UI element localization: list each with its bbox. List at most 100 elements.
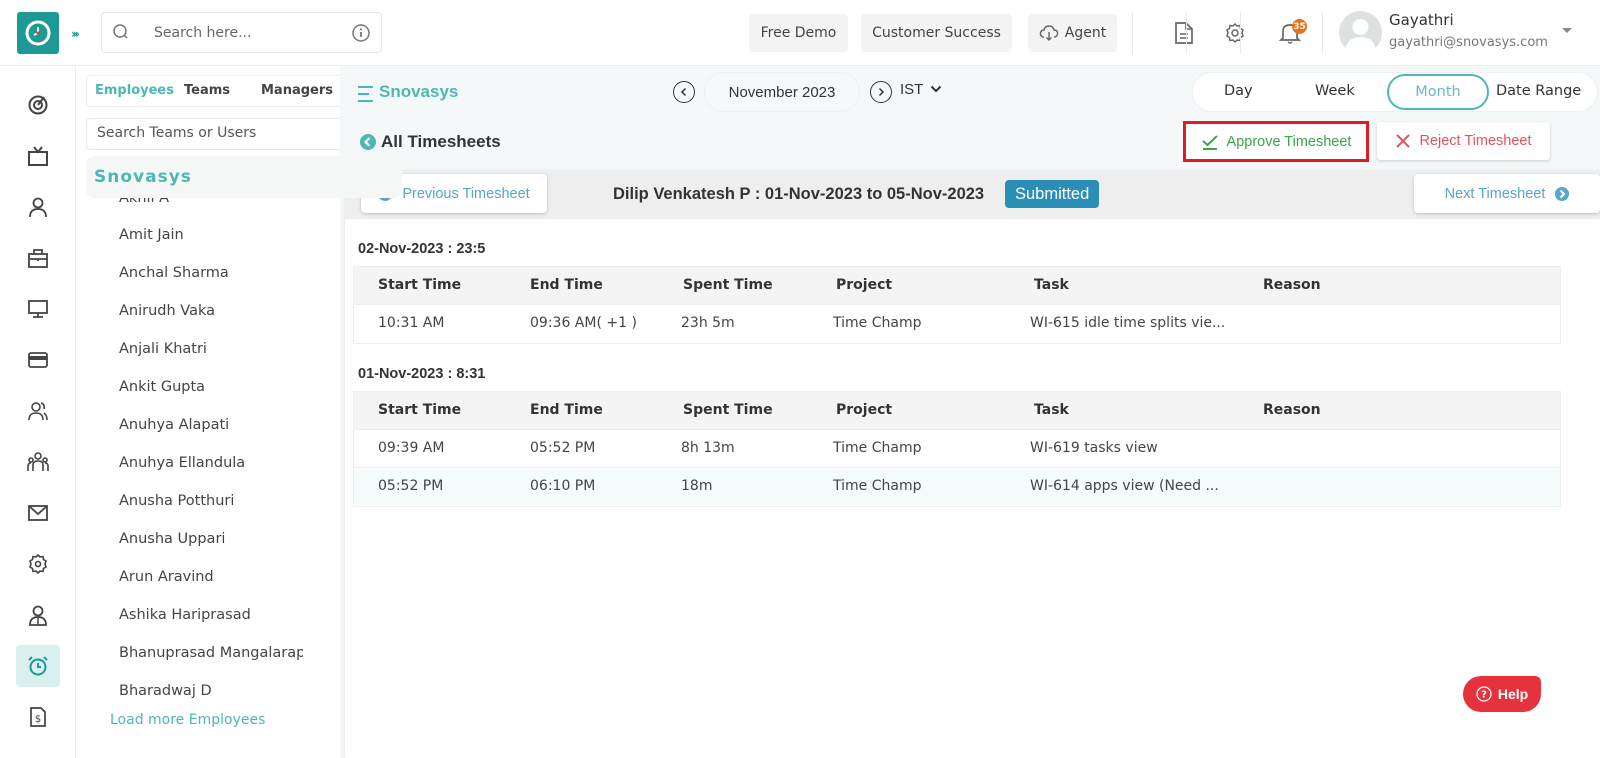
project: Time Champ — [833, 478, 922, 494]
employee-icon — [29, 605, 47, 626]
nav-user[interactable] — [16, 186, 60, 228]
back-circle-icon — [360, 134, 376, 150]
search-icon — [113, 24, 128, 39]
user-name[interactable]: Gayathri — [1389, 11, 1454, 29]
approve-timesheet-button[interactable]: Approve Timesheet — [1183, 121, 1369, 162]
table-row[interactable]: 09:39 AM 05:52 PM 8h 13m Time Champ WI-6… — [354, 430, 1560, 468]
table-header-row: Start Time End Time Spent Time Project T… — [354, 267, 1560, 305]
column-header: End Time — [530, 277, 603, 293]
end-time: 05:52 PM — [530, 440, 596, 456]
chevron-right-icon — [878, 87, 885, 97]
help-button[interactable]: ? Help — [1463, 676, 1541, 712]
app-logo[interactable] — [17, 12, 59, 54]
table-header-row: Start Time End Time Spent Time Project T… — [354, 392, 1560, 430]
day-table: Start Time End Time Spent Time Project T… — [353, 266, 1561, 344]
employee-panel: Employees Teams Managers Snovasys Akhil … — [76, 66, 404, 758]
nav-mail[interactable] — [16, 492, 60, 534]
nav-live[interactable] — [16, 135, 60, 177]
spent-time: 18m — [681, 478, 713, 494]
menu-icon[interactable] — [357, 84, 377, 104]
nav-projects[interactable] — [16, 237, 60, 279]
employee-item[interactable]: Bharadwaj D — [119, 683, 303, 699]
notifications-button[interactable]: 35 — [1268, 14, 1312, 52]
nav-settings[interactable] — [16, 543, 60, 585]
nav-timesheet[interactable] — [16, 645, 60, 687]
nav-users[interactable] — [16, 390, 60, 432]
timezone-select[interactable]: IST — [900, 81, 942, 98]
settings-button[interactable] — [1213, 14, 1257, 52]
free-demo-button[interactable]: Free Demo — [749, 14, 848, 52]
gear-icon — [1226, 22, 1244, 44]
spent-time: 23h 5m — [681, 315, 735, 331]
help-label: Help — [1497, 686, 1529, 702]
back-to-all-timesheets[interactable]: All Timesheets — [360, 132, 501, 152]
reject-timesheet-button[interactable]: Reject Timesheet — [1377, 122, 1550, 160]
nav-employee[interactable] — [16, 594, 60, 636]
day-heading: 02-Nov-2023 : 23:5 — [358, 241, 486, 257]
column-header: Reason — [1263, 277, 1321, 293]
user-avatar[interactable] — [1339, 11, 1382, 54]
info-icon[interactable] — [351, 23, 371, 43]
card-icon — [28, 352, 48, 368]
tab-teams[interactable]: Teams — [184, 83, 230, 98]
previous-timesheet-label: Previous Timesheet — [402, 185, 530, 202]
tab-employees[interactable]: Employees — [95, 83, 174, 98]
nav-teams[interactable] — [16, 441, 60, 483]
main-content: Snovasys November 2023 IST Day Week Mont… — [340, 66, 1600, 758]
employee-item[interactable]: Anuhya Ellandula — [119, 455, 303, 471]
nav-billing[interactable] — [16, 339, 60, 381]
notification-badge: 35 — [1292, 19, 1307, 34]
range-tab-month[interactable]: Month — [1387, 74, 1489, 110]
task: WI-619 tasks view — [1030, 440, 1158, 456]
employee-item[interactable]: Anirudh Vaka — [119, 303, 303, 319]
employee-item[interactable]: Anchal Sharma — [119, 265, 303, 281]
prev-month-button[interactable] — [673, 81, 695, 103]
org-group[interactable]: Snovasys — [86, 156, 402, 198]
employee-list: Akhil A Amit Jain Anchal Sharma Anirudh … — [76, 176, 339, 716]
customer-success-button[interactable]: Customer Success — [861, 14, 1012, 52]
expand-sidebar-icon[interactable]: ››› — [63, 22, 85, 46]
range-tab-week[interactable]: Week — [1315, 83, 1355, 99]
month-display[interactable]: November 2023 — [704, 72, 860, 112]
load-more-employees-link[interactable]: Load more Employees — [110, 712, 265, 728]
column-header: Start Time — [378, 277, 462, 293]
column-header: Project — [836, 277, 893, 293]
invoice-icon: $ — [30, 707, 46, 727]
range-tab-day[interactable]: Day — [1224, 83, 1253, 99]
agent-button[interactable]: Agent — [1028, 14, 1117, 52]
employee-item[interactable]: Anuhya Alapati — [119, 417, 303, 433]
close-icon — [1396, 134, 1411, 148]
employee-item[interactable]: Anusha Uppari — [119, 531, 303, 547]
spent-time: 8h 13m — [681, 440, 735, 456]
nav-dashboard[interactable] — [16, 84, 60, 126]
user-menu-caret-icon[interactable] — [1562, 28, 1572, 33]
next-month-button[interactable] — [870, 81, 892, 103]
employee-item[interactable]: Arun Aravind — [119, 569, 303, 585]
svg-text:$: $ — [35, 714, 41, 725]
column-header: Task — [1034, 402, 1069, 418]
end-time: 06:10 PM — [530, 478, 596, 494]
org-name: Snovasys — [94, 167, 192, 187]
table-row[interactable]: 10:31 AM 09:36 AM( +1 ) 23h 5m Time Cham… — [354, 305, 1560, 343]
employee-item[interactable]: Ankit Gupta — [119, 379, 303, 395]
start-time: 09:39 AM — [378, 440, 445, 456]
team-user-search-input[interactable] — [97, 125, 357, 141]
chevron-down-icon — [931, 85, 942, 93]
start-time: 05:52 PM — [378, 478, 444, 494]
employee-item[interactable]: Amit Jain — [119, 227, 303, 243]
start-time: 10:31 AM — [378, 315, 445, 331]
tab-managers[interactable]: Managers — [261, 83, 333, 98]
employee-item[interactable]: Anusha Potthuri — [119, 493, 303, 509]
next-timesheet-button[interactable]: Next Timesheet — [1414, 174, 1600, 213]
employee-item[interactable]: Bhanuprasad Mangalarapu — [119, 645, 303, 661]
search-input[interactable] — [154, 21, 334, 45]
approve-label: Approve Timesheet — [1226, 133, 1352, 150]
table-row[interactable]: 05:52 PM 06:10 PM 18m Time Champ WI-614 … — [354, 468, 1560, 506]
employee-item[interactable]: Ashika Hariprasad — [119, 607, 303, 623]
document-button[interactable] — [1162, 14, 1206, 52]
employee-item[interactable]: Anjali Khatri — [119, 341, 303, 357]
cloud-download-icon — [1039, 25, 1059, 41]
nav-monitor[interactable] — [16, 288, 60, 330]
range-tab-date-range[interactable]: Date Range — [1496, 83, 1581, 99]
nav-invoice[interactable]: $ — [16, 696, 60, 738]
